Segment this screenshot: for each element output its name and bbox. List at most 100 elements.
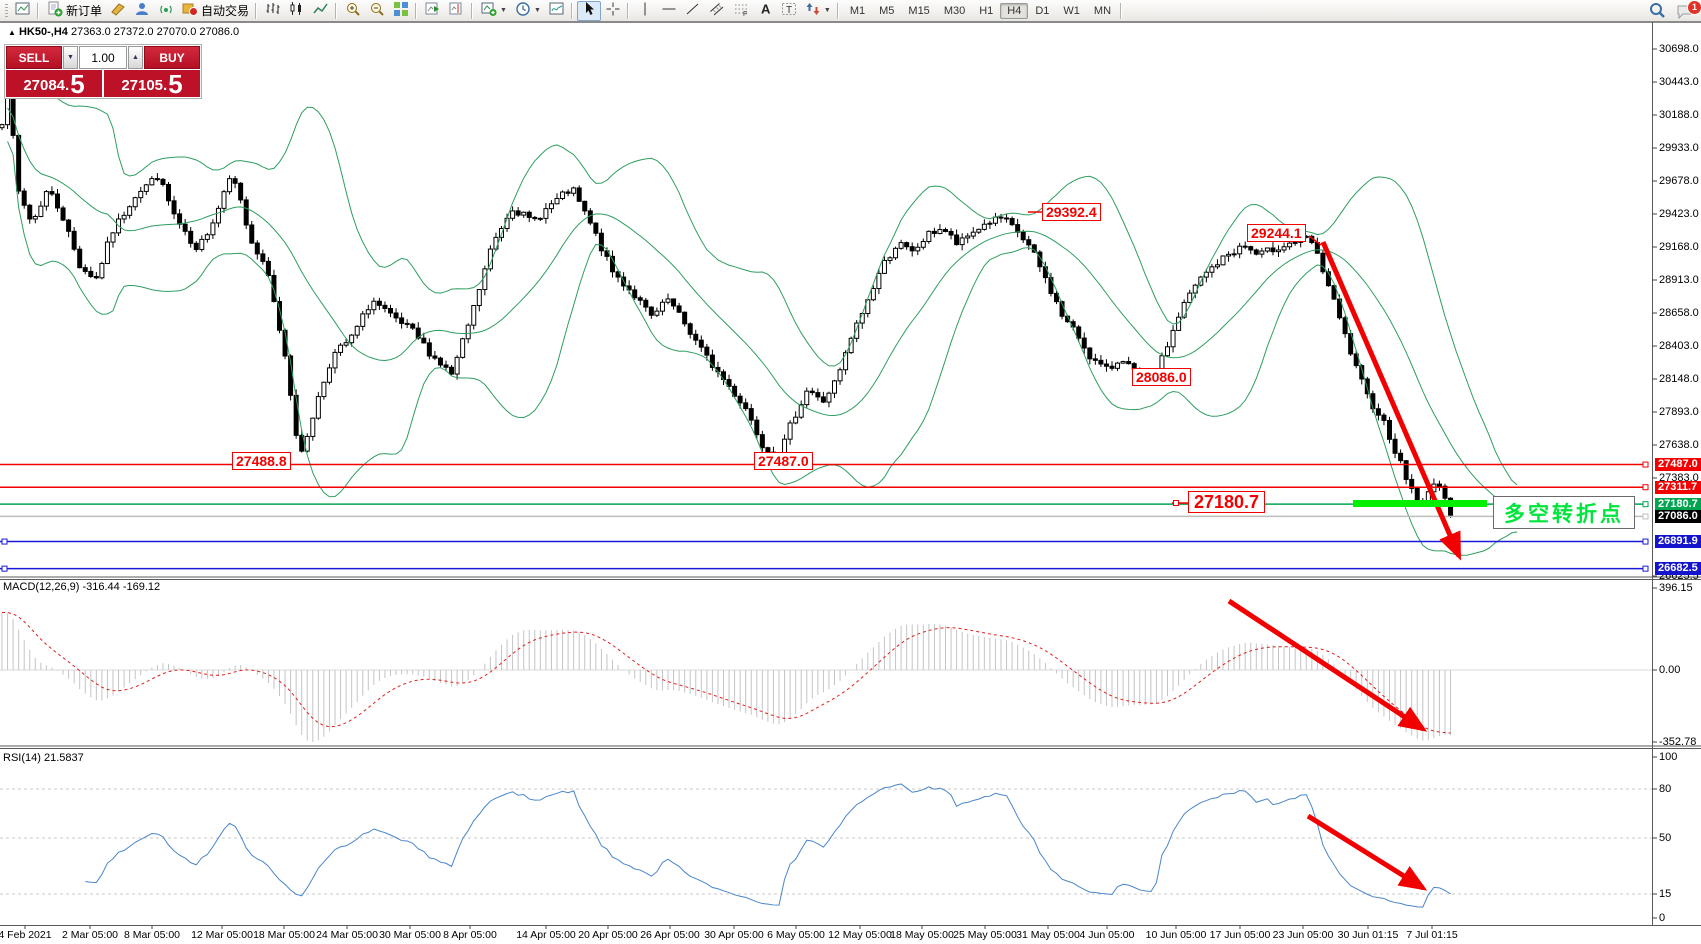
price-axis-tick: 28148.0 — [1659, 373, 1699, 385]
toolbar-separator — [255, 3, 257, 19]
cursor-button[interactable] — [577, 1, 601, 21]
candlestick-chart-icon — [289, 1, 305, 20]
fibonacci-button[interactable]: F — [729, 1, 753, 21]
price-axis-tick: 30698.0 — [1659, 43, 1699, 55]
fibonacci-icon: F — [733, 1, 749, 20]
text-label-icon: T — [781, 1, 797, 20]
price-level-label[interactable]: 27487.0 — [754, 452, 813, 470]
crosshair-button[interactable] — [601, 1, 625, 21]
sell-price[interactable]: 27084.5 — [6, 70, 102, 97]
candlestick-chart-button[interactable] — [285, 1, 309, 21]
tile-windows-button[interactable] — [389, 1, 413, 21]
time-axis-label: 8 Mar 05:00 — [124, 929, 180, 941]
toolbar-separator — [335, 3, 337, 19]
search-icon[interactable] — [1649, 2, 1666, 22]
chart-shift-button[interactable] — [445, 1, 469, 21]
toolbar-separator — [415, 3, 417, 19]
new-order-button[interactable]: 新订单 — [43, 1, 106, 21]
price-axis-tick: 29168.0 — [1659, 241, 1699, 253]
turning-point-annotation[interactable]: 多空转折点 — [1493, 496, 1635, 529]
symbol-header: ▲ HK50-,H4 27363.0 27372.0 27070.0 27086… — [8, 26, 239, 38]
symbol-name: HK50-,H4 — [19, 26, 68, 38]
timeframe-mn-button[interactable]: MN — [1087, 3, 1118, 19]
indicator-axis-tick: 0.00 — [1659, 664, 1680, 676]
line-chart-button[interactable] — [309, 1, 333, 21]
sell-button[interactable]: SELL — [6, 46, 62, 69]
indicators-button[interactable] — [545, 1, 569, 21]
timeframe-h4-button[interactable]: H4 — [1000, 3, 1028, 19]
buy-price[interactable]: 27105.5 — [104, 70, 200, 97]
time-axis-label: 24 Mar 05:00 — [316, 929, 378, 941]
timeframe-m15-button[interactable]: M15 — [901, 3, 936, 19]
notifications-icon[interactable]: 1 — [1676, 4, 1695, 22]
time-axis-label: 12 May 05:00 — [828, 929, 892, 941]
toolbar-right-group: 1 — [1649, 1, 1695, 21]
shapes-button[interactable]: ▼ — [801, 1, 835, 21]
shapes-icon — [805, 1, 821, 20]
volume-input[interactable] — [79, 46, 127, 69]
time-axis-label: 17 Jun 05:00 — [1210, 929, 1271, 941]
rsi-label: RSI(14) 21.5837 — [3, 752, 84, 764]
chart-surface[interactable] — [0, 0, 1701, 944]
vertical-line-button[interactable] — [633, 1, 657, 21]
toolbar-separator — [37, 3, 39, 19]
signals-button[interactable] — [154, 1, 178, 21]
text-button[interactable]: A — [753, 1, 777, 21]
periods-button[interactable]: ▼ — [511, 1, 545, 21]
bar-chart-button[interactable] — [261, 1, 285, 21]
volume-decrease-button[interactable]: ▼ — [63, 46, 78, 69]
time-axis-label: 12 Mar 05:00 — [191, 929, 253, 941]
timeframe-d1-button[interactable]: D1 — [1028, 3, 1056, 19]
chart-window-button[interactable] — [11, 1, 35, 21]
price-level-badge: 27311.7 — [1655, 481, 1701, 494]
price-axis-tick: 29678.0 — [1659, 175, 1699, 187]
price-level-label[interactable]: 27180.7 — [1188, 491, 1265, 513]
timeframe-m1-button[interactable]: M1 — [843, 3, 872, 19]
price-level-label[interactable]: 27488.8 — [232, 452, 291, 470]
macd-label: MACD(12,26,9) -316.44 -169.12 — [3, 581, 160, 593]
time-axis-label: 8 Apr 05:00 — [443, 929, 497, 941]
new-order-icon — [47, 1, 63, 20]
price-level-label[interactable]: 29244.1 — [1247, 224, 1306, 242]
mt4-trading-app: 新订单自动交易▼▼FAT▼M1M5M15M30H1H4D1W1MN 1 ▲ HK… — [0, 0, 1701, 944]
zoom-out-button[interactable] — [365, 1, 389, 21]
equidistant-channel-button[interactable] — [705, 1, 729, 21]
new-chart-icon — [481, 1, 497, 20]
new-chart-button[interactable]: ▼ — [477, 1, 511, 21]
time-axis-label: 6 May 05:00 — [767, 929, 825, 941]
market-button[interactable] — [130, 1, 154, 21]
price-level-badge: 27086.0 — [1655, 510, 1701, 523]
price-level-label[interactable]: 28086.0 — [1132, 368, 1191, 386]
indicator-axis-tick: 396.15 — [1659, 582, 1693, 594]
chart-profile-button[interactable] — [106, 1, 130, 21]
signals-icon — [158, 1, 174, 20]
auto-scroll-button[interactable] — [421, 1, 445, 21]
price-level-badge: 27180.7 — [1655, 498, 1701, 511]
autotrade-button[interactable]: 自动交易 — [178, 1, 253, 21]
trendline-button[interactable] — [681, 1, 705, 21]
chart-window-icon — [15, 1, 31, 20]
price-axis-tick: 28658.0 — [1659, 307, 1699, 319]
price-axis-tick: 29423.0 — [1659, 208, 1699, 220]
price-level-label[interactable]: 29392.4 — [1042, 203, 1101, 221]
timeframe-m5-button[interactable]: M5 — [872, 3, 901, 19]
horizontal-line-button[interactable] — [657, 1, 681, 21]
timeframe-w1-button[interactable]: W1 — [1056, 3, 1087, 19]
symbol-marker-icon: ▲ — [8, 28, 16, 37]
zoom-in-button[interactable] — [341, 1, 365, 21]
price-axis-tick: 27893.0 — [1659, 406, 1699, 418]
indicator-axis-tick: 100 — [1659, 751, 1677, 763]
buy-button[interactable]: BUY — [144, 46, 200, 69]
toolbar-separator — [627, 3, 629, 19]
notifications-badge: 1 — [1687, 0, 1701, 15]
price-level-badge: 26891.9 — [1655, 535, 1701, 548]
time-axis-label: 30 Jun 01:15 — [1338, 929, 1399, 941]
indicator-axis-tick: 50 — [1659, 832, 1671, 844]
text-label-button[interactable]: T — [777, 1, 801, 21]
timeframe-h1-button[interactable]: H1 — [972, 3, 1000, 19]
timeframe-m30-button[interactable]: M30 — [937, 3, 972, 19]
trendline-icon — [685, 1, 701, 20]
volume-increase-button[interactable]: ▲ — [128, 46, 143, 69]
highlight-segment[interactable] — [1353, 500, 1487, 507]
chart-shift-icon — [449, 1, 465, 20]
